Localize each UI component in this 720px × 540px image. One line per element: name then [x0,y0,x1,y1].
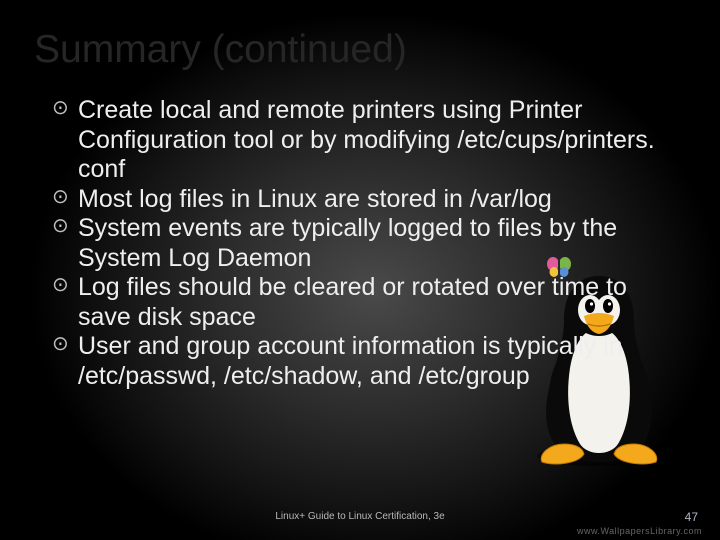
bullet-list: Create local and remote printers using P… [34,96,680,391]
slide: Summary (continued) Create local and rem… [0,0,720,540]
watermark-text: www.WallpapersLibrary.com [577,526,702,536]
footer-text: Linux+ Guide to Linux Certification, 3e [0,511,720,522]
bullet-text: User and group account information is ty… [78,332,623,390]
bullet-text: Log files should be cleared or rotated o… [78,273,627,331]
page-number: 47 [685,510,698,524]
list-item: User and group account information is ty… [58,332,680,391]
bullet-text: Most log files in Linux are stored in /v… [78,185,552,213]
bullet-text: Create local and remote printers using P… [78,96,655,183]
list-item: Log files should be cleared or rotated o… [58,273,680,332]
list-item: Create local and remote printers using P… [58,96,680,185]
list-item: Most log files in Linux are stored in /v… [58,185,680,215]
bullet-text: System events are typically logged to fi… [78,214,617,272]
slide-title: Summary (continued) [34,28,680,72]
list-item: System events are typically logged to fi… [58,214,680,273]
